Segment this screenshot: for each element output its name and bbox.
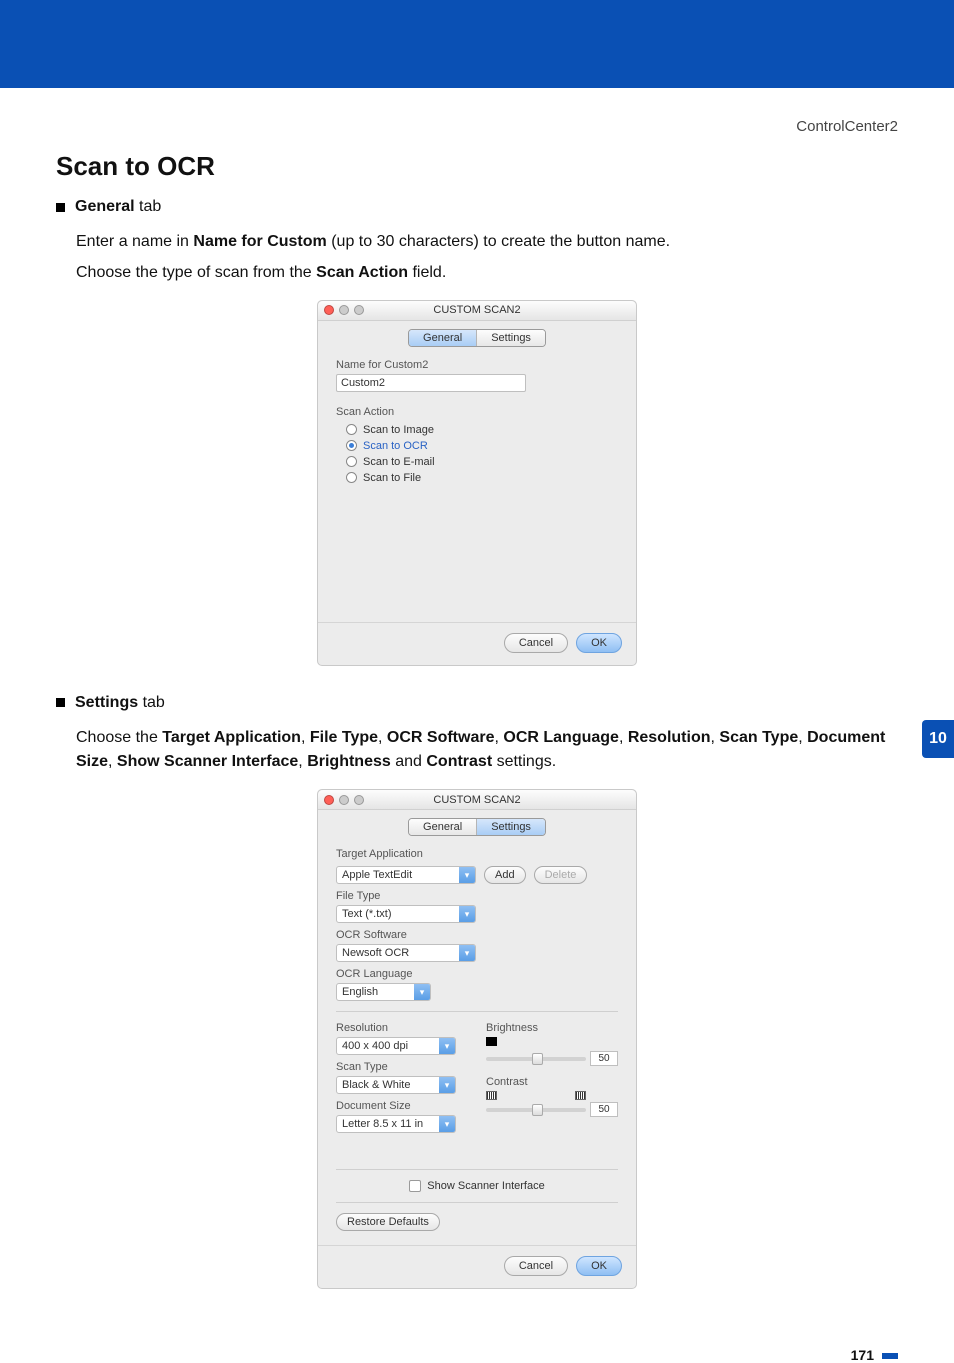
scan-type-value: Black & White <box>342 1079 410 1091</box>
dialog1-title: CUSTOM SCAN2 <box>318 304 636 316</box>
header-section-label: ControlCenter2 <box>56 118 898 135</box>
resolution-value: 400 x 400 dpi <box>342 1040 408 1052</box>
general-para-1: Enter a name in Name for Custom (up to 3… <box>76 230 898 255</box>
custom-scan-settings-dialog: CUSTOM SCAN2 General Settings Target App… <box>317 789 637 1289</box>
divider <box>336 1011 618 1012</box>
dialog2-tabbar: General Settings <box>408 818 546 836</box>
resolution-select[interactable]: 400 x 400 dpi ▾ <box>336 1037 456 1055</box>
page-top-band <box>0 0 954 88</box>
dialog2-titlebar: CUSTOM SCAN2 <box>318 790 636 810</box>
dialog2-title: CUSTOM SCAN2 <box>318 794 636 806</box>
radio-scan-to-email-label: Scan to E-mail <box>363 456 435 468</box>
cancel-button[interactable]: Cancel <box>504 633 568 653</box>
target-application-value: Apple TextEdit <box>342 869 412 881</box>
brightness-low-icon <box>486 1037 497 1046</box>
dialog1-tabbar: General Settings <box>408 329 546 347</box>
chevron-down-icon: ▾ <box>439 1077 455 1093</box>
custom-scan-general-dialog: CUSTOM SCAN2 General Settings Name for C… <box>317 300 637 666</box>
delete-button: Delete <box>534 866 588 884</box>
cancel-button[interactable]: Cancel <box>504 1256 568 1276</box>
ocr-language-value: English <box>342 986 378 998</box>
tab-general[interactable]: General <box>409 330 477 346</box>
chevron-down-icon: ▾ <box>459 867 475 883</box>
scan-type-label: Scan Type <box>336 1061 468 1073</box>
radio-icon <box>346 456 357 467</box>
file-type-select[interactable]: Text (*.txt) ▾ <box>336 905 476 923</box>
contrast-slider[interactable] <box>486 1108 586 1112</box>
square-bullet-icon <box>56 203 65 212</box>
tab-settings[interactable]: Settings <box>477 330 545 346</box>
target-application-label: Target Application <box>336 848 618 860</box>
dialog1-titlebar: CUSTOM SCAN2 <box>318 301 636 321</box>
contrast-high-icon <box>575 1091 586 1100</box>
radio-scan-to-file-label: Scan to File <box>363 472 421 484</box>
section-title: Scan to OCR <box>56 151 898 182</box>
name-for-custom-label: Name for Custom2 <box>336 359 618 371</box>
bullet-settings-tab: Settings tab <box>56 694 898 712</box>
chevron-down-icon: ▾ <box>459 945 475 961</box>
restore-defaults-button[interactable]: Restore Defaults <box>336 1213 440 1231</box>
file-type-label: File Type <box>336 890 618 902</box>
resolution-label: Resolution <box>336 1022 468 1034</box>
page-number: 171 <box>0 1317 954 1363</box>
chevron-down-icon: ▾ <box>459 906 475 922</box>
radio-icon <box>346 472 357 483</box>
bullet-general-strong: General <box>75 198 135 215</box>
radio-scan-to-file[interactable]: Scan to File <box>346 472 618 484</box>
slider-thumb-icon <box>532 1104 543 1116</box>
document-size-value: Letter 8.5 x 11 in <box>342 1118 423 1130</box>
add-button[interactable]: Add <box>484 866 526 884</box>
radio-scan-to-ocr-label: Scan to OCR <box>363 440 428 452</box>
page-number-bar-icon <box>882 1353 898 1359</box>
contrast-low-icon <box>486 1091 497 1100</box>
target-application-select[interactable]: Apple TextEdit ▾ <box>336 866 476 884</box>
ocr-language-label: OCR Language <box>336 968 618 980</box>
bullet-general-suffix: tab <box>135 198 162 215</box>
ok-button[interactable]: OK <box>576 1256 622 1276</box>
document-size-label: Document Size <box>336 1100 468 1112</box>
ocr-software-select[interactable]: Newsoft OCR ▾ <box>336 944 476 962</box>
chevron-down-icon: ▾ <box>439 1038 455 1054</box>
ocr-software-value: Newsoft OCR <box>342 947 409 959</box>
radio-icon <box>346 424 357 435</box>
bullet-settings-suffix: tab <box>138 694 165 711</box>
scan-type-select[interactable]: Black & White ▾ <box>336 1076 456 1094</box>
ok-button[interactable]: OK <box>576 633 622 653</box>
contrast-value: 50 <box>590 1102 618 1117</box>
show-scanner-interface-checkbox[interactable] <box>409 1180 421 1192</box>
radio-scan-to-image-label: Scan to Image <box>363 424 434 436</box>
brightness-label: Brightness <box>486 1022 618 1034</box>
radio-scan-to-image[interactable]: Scan to Image <box>346 424 618 436</box>
brightness-slider[interactable] <box>486 1057 586 1061</box>
ocr-software-label: OCR Software <box>336 929 618 941</box>
general-para-2: Choose the type of scan from the Scan Ac… <box>76 261 898 286</box>
radio-icon <box>346 440 357 451</box>
file-type-value: Text (*.txt) <box>342 908 392 920</box>
contrast-label: Contrast <box>486 1076 618 1088</box>
slider-thumb-icon <box>532 1053 543 1065</box>
divider <box>336 1202 618 1203</box>
document-size-select[interactable]: Letter 8.5 x 11 in ▾ <box>336 1115 456 1133</box>
chevron-down-icon: ▾ <box>414 984 430 1000</box>
tab-general[interactable]: General <box>409 819 477 835</box>
bullet-settings-strong: Settings <box>75 694 138 711</box>
show-scanner-interface-label: Show Scanner Interface <box>427 1180 544 1192</box>
brightness-value: 50 <box>590 1051 618 1066</box>
tab-settings[interactable]: Settings <box>477 819 545 835</box>
chevron-down-icon: ▾ <box>439 1116 455 1132</box>
radio-scan-to-ocr[interactable]: Scan to OCR <box>346 440 618 452</box>
name-for-custom-input[interactable]: Custom2 <box>336 374 526 392</box>
settings-para: Choose the Target Application, File Type… <box>76 726 898 776</box>
chapter-side-tab: 10 <box>922 720 954 758</box>
square-bullet-icon <box>56 698 65 707</box>
bullet-general-tab: General tab <box>56 198 898 216</box>
radio-scan-to-email[interactable]: Scan to E-mail <box>346 456 618 468</box>
divider <box>336 1169 618 1170</box>
ocr-language-select[interactable]: English ▾ <box>336 983 431 1001</box>
scan-action-label: Scan Action <box>336 406 618 418</box>
